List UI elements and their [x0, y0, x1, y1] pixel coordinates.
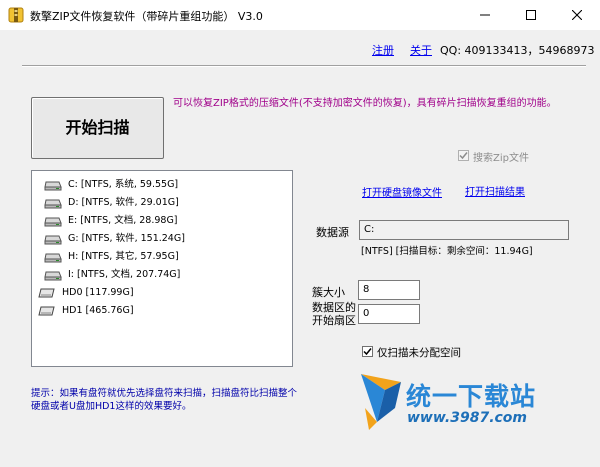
drive-list[interactable]: C: [NTFS, 系统, 59.55G] D: [NTFS, 软件, 29.0… [31, 170, 293, 367]
unallocated-only-checkbox[interactable] [362, 346, 373, 357]
close-icon [571, 9, 583, 21]
partition-drive-icon [44, 235, 62, 245]
partition-drive-icon [44, 199, 62, 209]
start-sector-input[interactable]: 0 [358, 304, 420, 324]
maximize-button[interactable] [508, 0, 554, 30]
unallocated-only-label: 仅扫描未分配空间 [377, 347, 461, 359]
maximize-icon [526, 10, 536, 20]
window-title: 数擎ZIP文件恢复软件（带碎片重组功能） V3.0 [30, 10, 263, 23]
header-divider [22, 65, 586, 67]
hint-text: 提示：如果有盘符就优先选择盘符来扫描，扫描盘符比扫描整个硬盘或者U盘加HD1这样… [31, 388, 298, 412]
open-image-link[interactable]: 打开硬盘镜像文件 [362, 184, 442, 199]
partition-drive-icon [44, 181, 62, 191]
app-icon [8, 7, 24, 23]
register-link[interactable]: 注册 [372, 42, 394, 58]
cluster-size-input[interactable]: 8 [358, 280, 420, 300]
hard-disk-icon [38, 288, 55, 298]
title-bar: 数擎ZIP文件恢复软件（带碎片重组功能） V3.0 [0, 0, 600, 30]
hard-disk-icon [38, 306, 55, 316]
watermark-url: www.3987.com [407, 410, 528, 426]
source-field: C: [359, 220, 569, 240]
download-site-logo-icon [361, 374, 401, 430]
start-sector-label: 数据区的 开始扇区 [312, 301, 356, 327]
start-scan-button[interactable]: 开始扫描 [31, 97, 164, 159]
partition-drive-icon [44, 253, 62, 263]
open-result-link[interactable]: 打开扫描结果 [465, 183, 525, 198]
notice-text: 可以恢复ZIP格式的压缩文件(不支持加密文件的恢复)，具有碎片扫描恢复重组的功能… [173, 98, 557, 109]
partition-drive-icon [44, 271, 62, 281]
source-info: [NTFS] [扫描目标：剩余空间：11.94G] [361, 246, 533, 257]
search-zip-checkbox[interactable] [458, 150, 469, 161]
cluster-size-label: 簇大小 [312, 286, 345, 299]
search-zip-label: 搜索Zip文件 [473, 153, 529, 164]
about-link[interactable]: 关于 [410, 42, 432, 58]
minimize-button[interactable] [462, 0, 508, 30]
check-icon [363, 348, 372, 356]
minimize-icon [480, 14, 490, 16]
partition-drive-icon [44, 217, 62, 227]
qq-contact: QQ: 409133413，54968973 [440, 44, 595, 57]
close-button[interactable] [554, 0, 600, 30]
source-label: 数据源 [316, 226, 349, 239]
check-icon [459, 152, 468, 160]
watermark-name: 统一下载站 [406, 382, 537, 411]
